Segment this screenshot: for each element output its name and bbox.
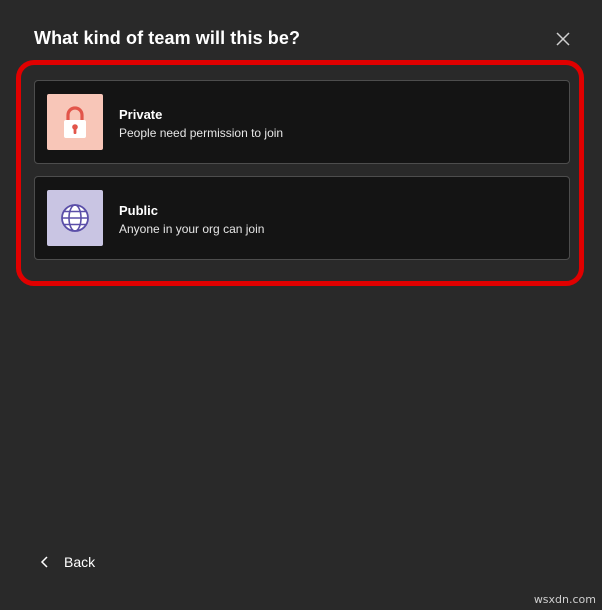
chevron-left-icon	[40, 556, 48, 568]
private-option[interactable]: Private People need permission to join	[34, 80, 570, 164]
close-button[interactable]	[552, 28, 574, 50]
public-option[interactable]: Public Anyone in your org can join	[34, 176, 570, 260]
public-icon-tile	[47, 190, 103, 246]
public-option-description: Anyone in your org can join	[119, 222, 265, 236]
globe-icon	[61, 204, 89, 232]
public-option-title: Public	[119, 203, 159, 218]
private-option-title: Private	[119, 107, 163, 122]
back-label: Back	[64, 554, 96, 570]
private-option-description: People need permission to join	[119, 126, 284, 140]
close-icon	[556, 32, 570, 46]
team-type-dialog: What kind of team will this be? Private …	[0, 0, 602, 610]
private-icon-tile	[47, 94, 103, 150]
watermark-text: wsxdn.com	[533, 593, 596, 606]
back-button[interactable]: Back	[40, 552, 95, 572]
lock-icon	[64, 106, 86, 138]
dialog-title: What kind of team will this be?	[34, 28, 301, 48]
